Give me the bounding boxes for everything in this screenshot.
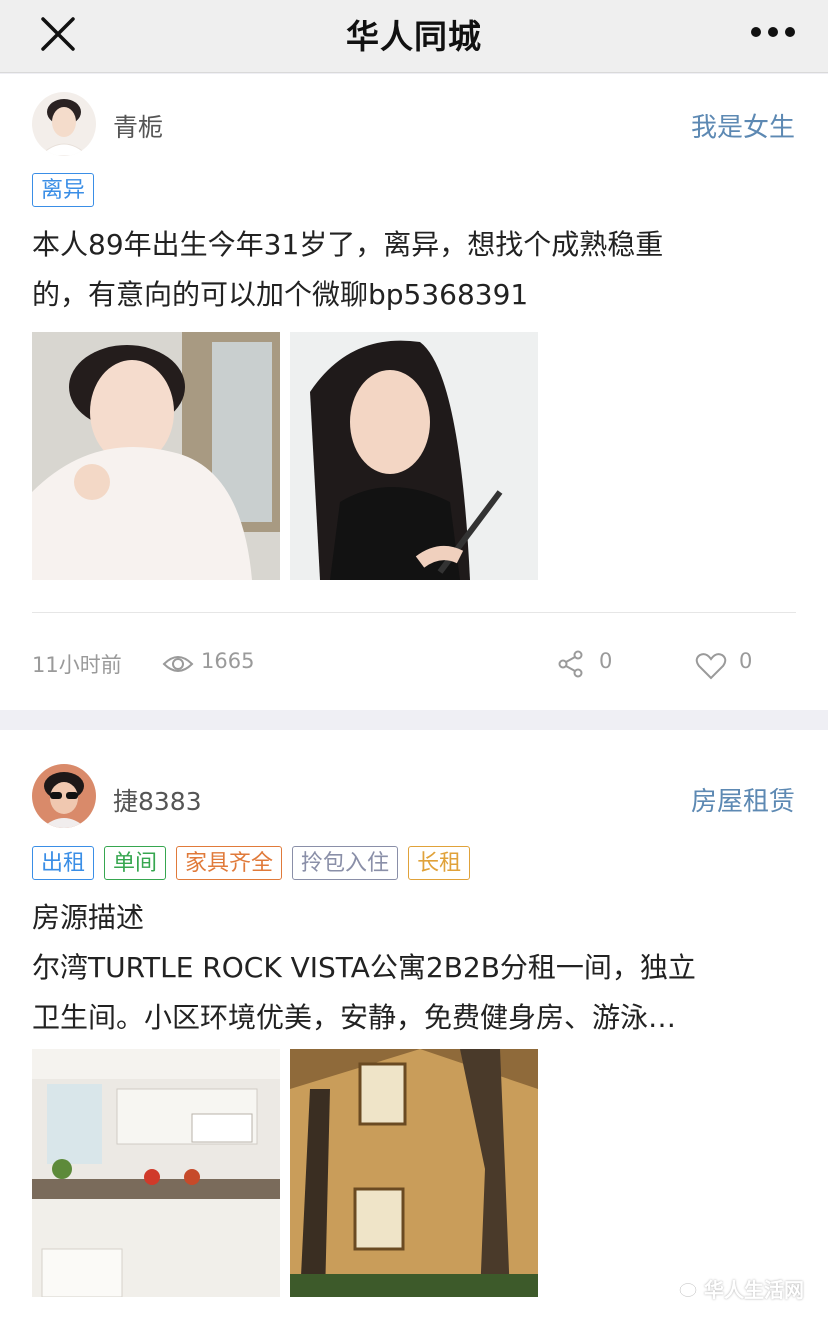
- tag[interactable]: 单间: [104, 846, 167, 880]
- avatar-image: [32, 764, 96, 828]
- avatar[interactable]: [32, 92, 96, 156]
- category-link[interactable]: 我是女生: [691, 107, 795, 144]
- page-title: 华人同城: [346, 17, 482, 56]
- post-time: 11小时前: [32, 653, 122, 677]
- category-link[interactable]: 房屋租赁: [691, 781, 795, 818]
- post-text[interactable]: 本人89年出生今年31岁了，离异，想找个成熟稳重 的，有意向的可以加个微聊bp5…: [32, 220, 792, 320]
- post-text-line: 尔湾TURTLE ROCK VISTA公寓2B2B分租一间，独立: [32, 951, 696, 984]
- photo-image: [290, 1049, 538, 1297]
- username[interactable]: 青栀: [113, 108, 163, 144]
- post-text-line: 本人89年出生今年31岁了，离异，想找个成熟稳重: [32, 228, 664, 261]
- post-card[interactable]: 青栀 我是女生 离异 本人89年出生今年31岁了，离异，想找个成熟稳重 的，有意…: [0, 74, 828, 710]
- tag-list: 离异: [32, 173, 95, 207]
- like-icon[interactable]: [695, 652, 727, 680]
- top-bar: 华人同城: [0, 0, 828, 73]
- share-icon[interactable]: [558, 650, 584, 678]
- watermark-text: 华人生活网: [704, 1278, 804, 1302]
- views-icon: [162, 656, 194, 672]
- tag[interactable]: 长租: [408, 846, 471, 880]
- username[interactable]: 捷8383: [113, 782, 202, 818]
- post-card[interactable]: 捷8383 房屋租赁 出租 单间 家具齐全 拎包入住 长租 房源描述 尔湾TUR…: [0, 730, 828, 1324]
- divider: [32, 612, 796, 613]
- photo-image: [32, 332, 280, 580]
- avatar-image: [32, 92, 96, 156]
- views-count: 1665: [201, 649, 255, 673]
- photo-image: [290, 332, 538, 580]
- tag[interactable]: 拎包入住: [292, 846, 399, 880]
- post-text[interactable]: 房源描述 尔湾TURTLE ROCK VISTA公寓2B2B分租一间，独立 卫生…: [32, 893, 792, 1043]
- post-photo[interactable]: [290, 1049, 538, 1297]
- photo-image: [32, 1049, 280, 1297]
- post-photo[interactable]: [290, 332, 538, 580]
- like-count: 0: [739, 649, 753, 673]
- post-text-line: 的，有意向的可以加个微聊bp5368391: [32, 278, 529, 311]
- tag[interactable]: 出租: [32, 846, 95, 880]
- wechat-icon: [669, 1278, 697, 1297]
- tag-list: 出租 单间 家具齐全 拎包入住 长租: [32, 846, 471, 880]
- more-icon: [751, 27, 795, 37]
- more-button[interactable]: [748, 22, 798, 42]
- avatar[interactable]: [32, 764, 96, 828]
- post-photo[interactable]: [32, 1049, 280, 1297]
- tag[interactable]: 离异: [32, 173, 95, 207]
- tag[interactable]: 家具齐全: [176, 846, 283, 880]
- post-text-line: 卫生间。小区环境优美，安静，免费健身房、游泳…: [32, 1001, 677, 1034]
- share-count: 0: [599, 649, 613, 673]
- post-photo[interactable]: [32, 332, 280, 580]
- post-text-line: 房源描述: [32, 901, 145, 934]
